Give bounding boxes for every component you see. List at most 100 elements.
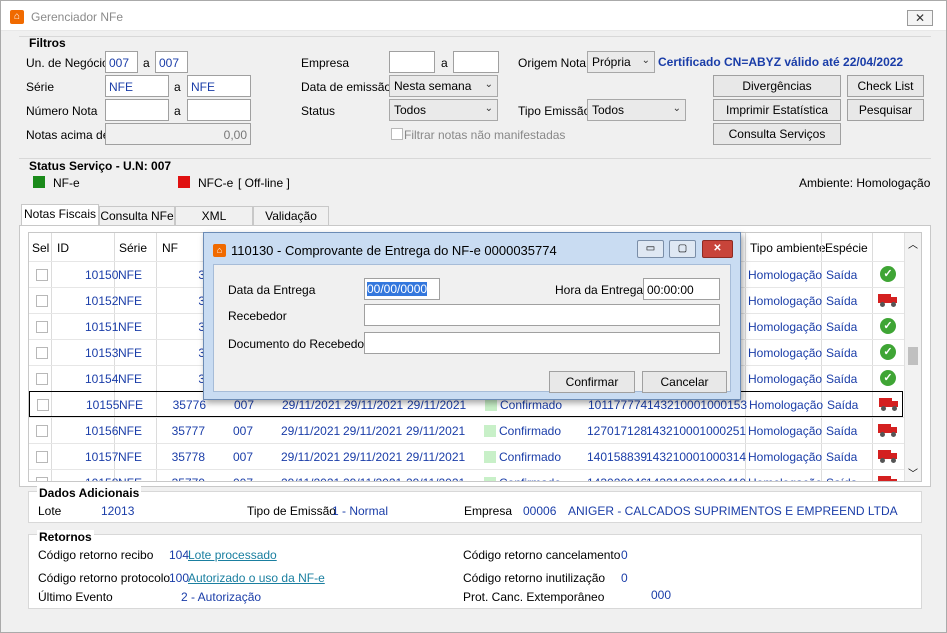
cell-amb: Homologação xyxy=(749,398,824,412)
inutilizacao-label: Código retorno inutilização xyxy=(463,571,606,585)
grid-scrollbar[interactable]: ︿ ﹀ xyxy=(904,233,921,481)
status-servico-title: Status Serviço - U.N: 007 xyxy=(29,159,172,173)
cell-serie: NFE xyxy=(118,346,142,360)
notas-acima-input[interactable]: 0,00 xyxy=(105,123,251,145)
documento-input[interactable] xyxy=(364,332,720,354)
check-circle-icon: ✓ xyxy=(880,370,896,386)
col-header-nf[interactable]: NF xyxy=(162,241,178,255)
col-header-serie[interactable]: Série xyxy=(119,241,147,255)
table-row[interactable]: 10157 NFE 35778 007 29/11/2021 29/11/2021 29/1… xyxy=(29,443,905,469)
cell-esp: Saída xyxy=(827,398,859,412)
un-negocio-from-input[interactable]: 007 xyxy=(105,51,138,73)
imprimir-estatistica-button[interactable]: Imprimir Estatística xyxy=(713,99,841,121)
nfe-status-indicator xyxy=(33,176,45,188)
cell-serie: NFE xyxy=(118,320,142,334)
protocolo-link[interactable]: Autorizado o uso da NF-e xyxy=(188,571,325,585)
row-select-checkbox[interactable] xyxy=(36,295,48,307)
retornos-title: Retornos xyxy=(37,530,94,544)
status-select[interactable]: Todos ⌄ xyxy=(389,99,498,121)
row-select-checkbox[interactable] xyxy=(37,399,49,411)
numero-from-input[interactable] xyxy=(105,99,169,121)
hora-entrega-input[interactable]: 00:00:00 xyxy=(643,278,720,300)
maximize-button[interactable]: ▢ xyxy=(669,240,696,258)
cell-d2: 29/11/2021 xyxy=(343,424,403,438)
data-emissao-select[interactable]: Nesta semana ⌄ xyxy=(389,75,498,97)
cell-nf: 35776 xyxy=(172,398,206,412)
lote-value: 12013 xyxy=(101,504,135,518)
table-row[interactable]: 10156 NFE 35777 007 29/11/2021 29/11/2021 29/1… xyxy=(29,417,905,443)
recebedor-input[interactable] xyxy=(364,304,720,326)
close-button[interactable]: ✕ xyxy=(907,10,933,26)
filtrar-checkbox[interactable] xyxy=(391,128,403,140)
status-color-swatch xyxy=(484,425,496,437)
minimize-button[interactable]: ▭ xyxy=(637,240,664,258)
table-row[interactable]: 10158NFE3577900729/11/202129/11/202129/1… xyxy=(29,469,905,481)
scroll-thumb[interactable] xyxy=(908,347,918,365)
comprovante-dialog: ⌂ 110130 - Comprovante de Entrega do NF-… xyxy=(203,232,741,400)
origem-select[interactable]: Própria ⌄ xyxy=(587,51,655,73)
data-emissao-value: Nesta semana xyxy=(394,79,472,93)
pesquisar-button[interactable]: Pesquisar xyxy=(847,99,924,121)
cell-c2: 143210001000410 xyxy=(646,476,746,481)
cell-nf: 3 xyxy=(198,320,205,334)
cell-id: 10153 xyxy=(85,346,119,360)
row-select-checkbox[interactable] xyxy=(36,347,48,359)
dados-adicionais-title: Dados Adicionais xyxy=(37,486,142,500)
cell-d1: 29/11/2021 xyxy=(281,450,341,464)
cell-un: 007 xyxy=(234,398,255,412)
row-select-checkbox[interactable] xyxy=(36,451,48,463)
col-header-sel[interactable]: Sel xyxy=(32,241,49,255)
cell-d3: 29/11/2021 xyxy=(406,450,466,464)
dialog-close-button[interactable]: ✕ xyxy=(702,240,733,258)
scroll-up-icon[interactable]: ︿ xyxy=(908,236,918,251)
un-negocio-to-input[interactable]: 007 xyxy=(155,51,188,73)
cell-nf: 3 xyxy=(198,346,205,360)
cell-serie: NFE xyxy=(118,372,142,386)
cell-amb: Homologação xyxy=(748,372,823,386)
col-header-tipo-ambiente[interactable]: Tipo ambiente xyxy=(750,241,826,255)
divergencias-button[interactable]: Divergências xyxy=(713,75,841,97)
scroll-down-icon[interactable]: ﹀ xyxy=(908,465,918,480)
serie-from-input[interactable]: NFE xyxy=(105,75,169,97)
row-select-checkbox[interactable] xyxy=(36,321,48,333)
cell-c1: 143020046 xyxy=(587,476,647,481)
chevron-down-icon: ⌄ xyxy=(484,103,493,114)
nfce-offline-text: [ Off-line ] xyxy=(238,176,290,190)
cell-id: 10151 xyxy=(85,320,119,334)
tipo-emissao-select[interactable]: Todos ⌄ xyxy=(587,99,686,121)
tab-xml[interactable]: XML xyxy=(175,206,253,226)
numero-to-input[interactable] xyxy=(187,99,251,121)
status-color-swatch xyxy=(485,399,497,411)
dialog-body: Data da Entrega 00/00/0000 Hora da Entre… xyxy=(213,264,731,393)
col-header-especie[interactable]: Espécie xyxy=(825,241,868,255)
cell-c2: 143210001000153 xyxy=(647,398,748,412)
row-select-checkbox[interactable] xyxy=(36,269,48,281)
cell-esp: Saída xyxy=(826,476,857,481)
tab-notas-fiscais[interactable]: Notas Fiscais xyxy=(21,204,99,226)
cell-d1: 29/11/2021 xyxy=(281,476,340,481)
cancelar-button[interactable]: Cancelar xyxy=(642,371,727,393)
serie-to-input[interactable]: NFE xyxy=(187,75,251,97)
check-list-button[interactable]: Check List xyxy=(847,75,924,97)
cell-amb: Homologação xyxy=(748,320,823,334)
row-select-checkbox[interactable] xyxy=(36,477,48,481)
recibo-link[interactable]: Lote processado xyxy=(188,548,277,562)
cell-amb: Homologação xyxy=(748,294,823,308)
confirmar-button[interactable]: Confirmar xyxy=(549,371,635,393)
recibo-label: Código retorno recibo xyxy=(38,548,154,562)
cell-status: Confirmado xyxy=(500,398,563,412)
chevron-down-icon: ⌄ xyxy=(641,55,650,66)
data-entrega-input[interactable]: 00/00/0000 xyxy=(364,278,440,300)
consulta-servicos-button[interactable]: Consulta Serviços xyxy=(713,123,841,145)
serie-label: Série xyxy=(26,80,55,94)
empresa-to-input[interactable] xyxy=(453,51,499,73)
tab-consulta-nfe[interactable]: Consulta NFe xyxy=(99,206,175,226)
tab-validacao-xml[interactable]: Validação XML xyxy=(253,206,329,241)
row-select-checkbox[interactable] xyxy=(36,373,48,385)
ultimo-evento-label: Último Evento xyxy=(38,590,113,604)
row-select-checkbox[interactable] xyxy=(36,425,48,437)
col-header-id[interactable]: ID xyxy=(57,241,69,255)
tipo-emissao-value: Todos xyxy=(592,103,625,117)
cell-c1: 101177774 xyxy=(588,398,648,412)
empresa-from-input[interactable] xyxy=(389,51,435,73)
